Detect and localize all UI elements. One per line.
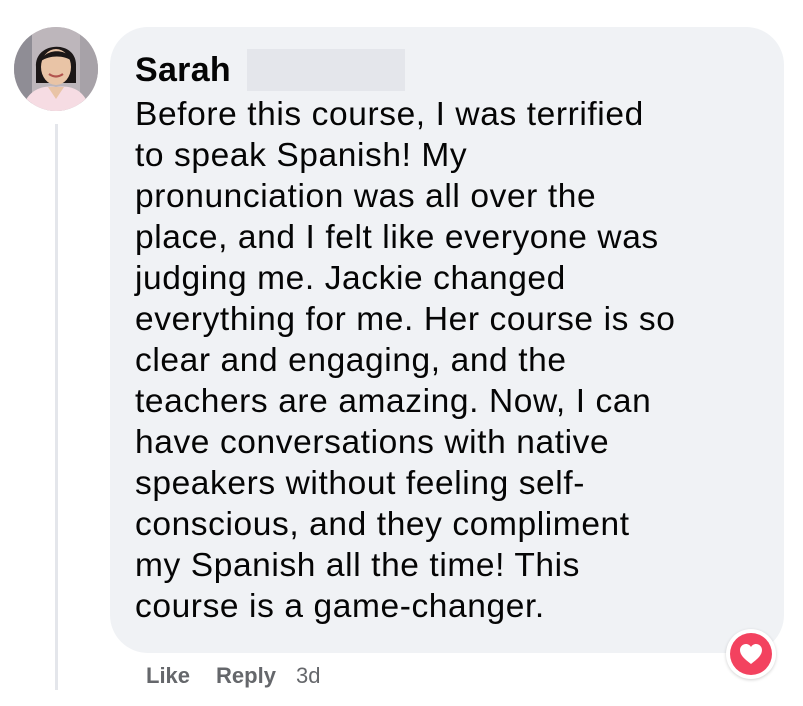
heart-reaction <box>730 633 772 675</box>
reaction-badge[interactable] <box>726 629 776 679</box>
heart-icon <box>740 644 762 664</box>
reply-button[interactable]: Reply <box>216 663 276 689</box>
thread-line <box>55 124 58 690</box>
author-name[interactable]: Sarah <box>135 51 231 90</box>
timestamp[interactable]: 3d <box>296 663 320 689</box>
avatar-photo <box>14 27 98 111</box>
comment-actions: Like Reply 3d <box>146 662 320 690</box>
like-button[interactable]: Like <box>146 663 190 689</box>
comment-screen: Sarah Before this course, I was terrifie… <box>0 0 803 706</box>
redacted-name-block <box>247 49 405 91</box>
avatar[interactable] <box>14 27 98 111</box>
comment-header: Sarah <box>135 48 405 92</box>
comment-text: Before this course, I was terrified to s… <box>135 96 676 625</box>
